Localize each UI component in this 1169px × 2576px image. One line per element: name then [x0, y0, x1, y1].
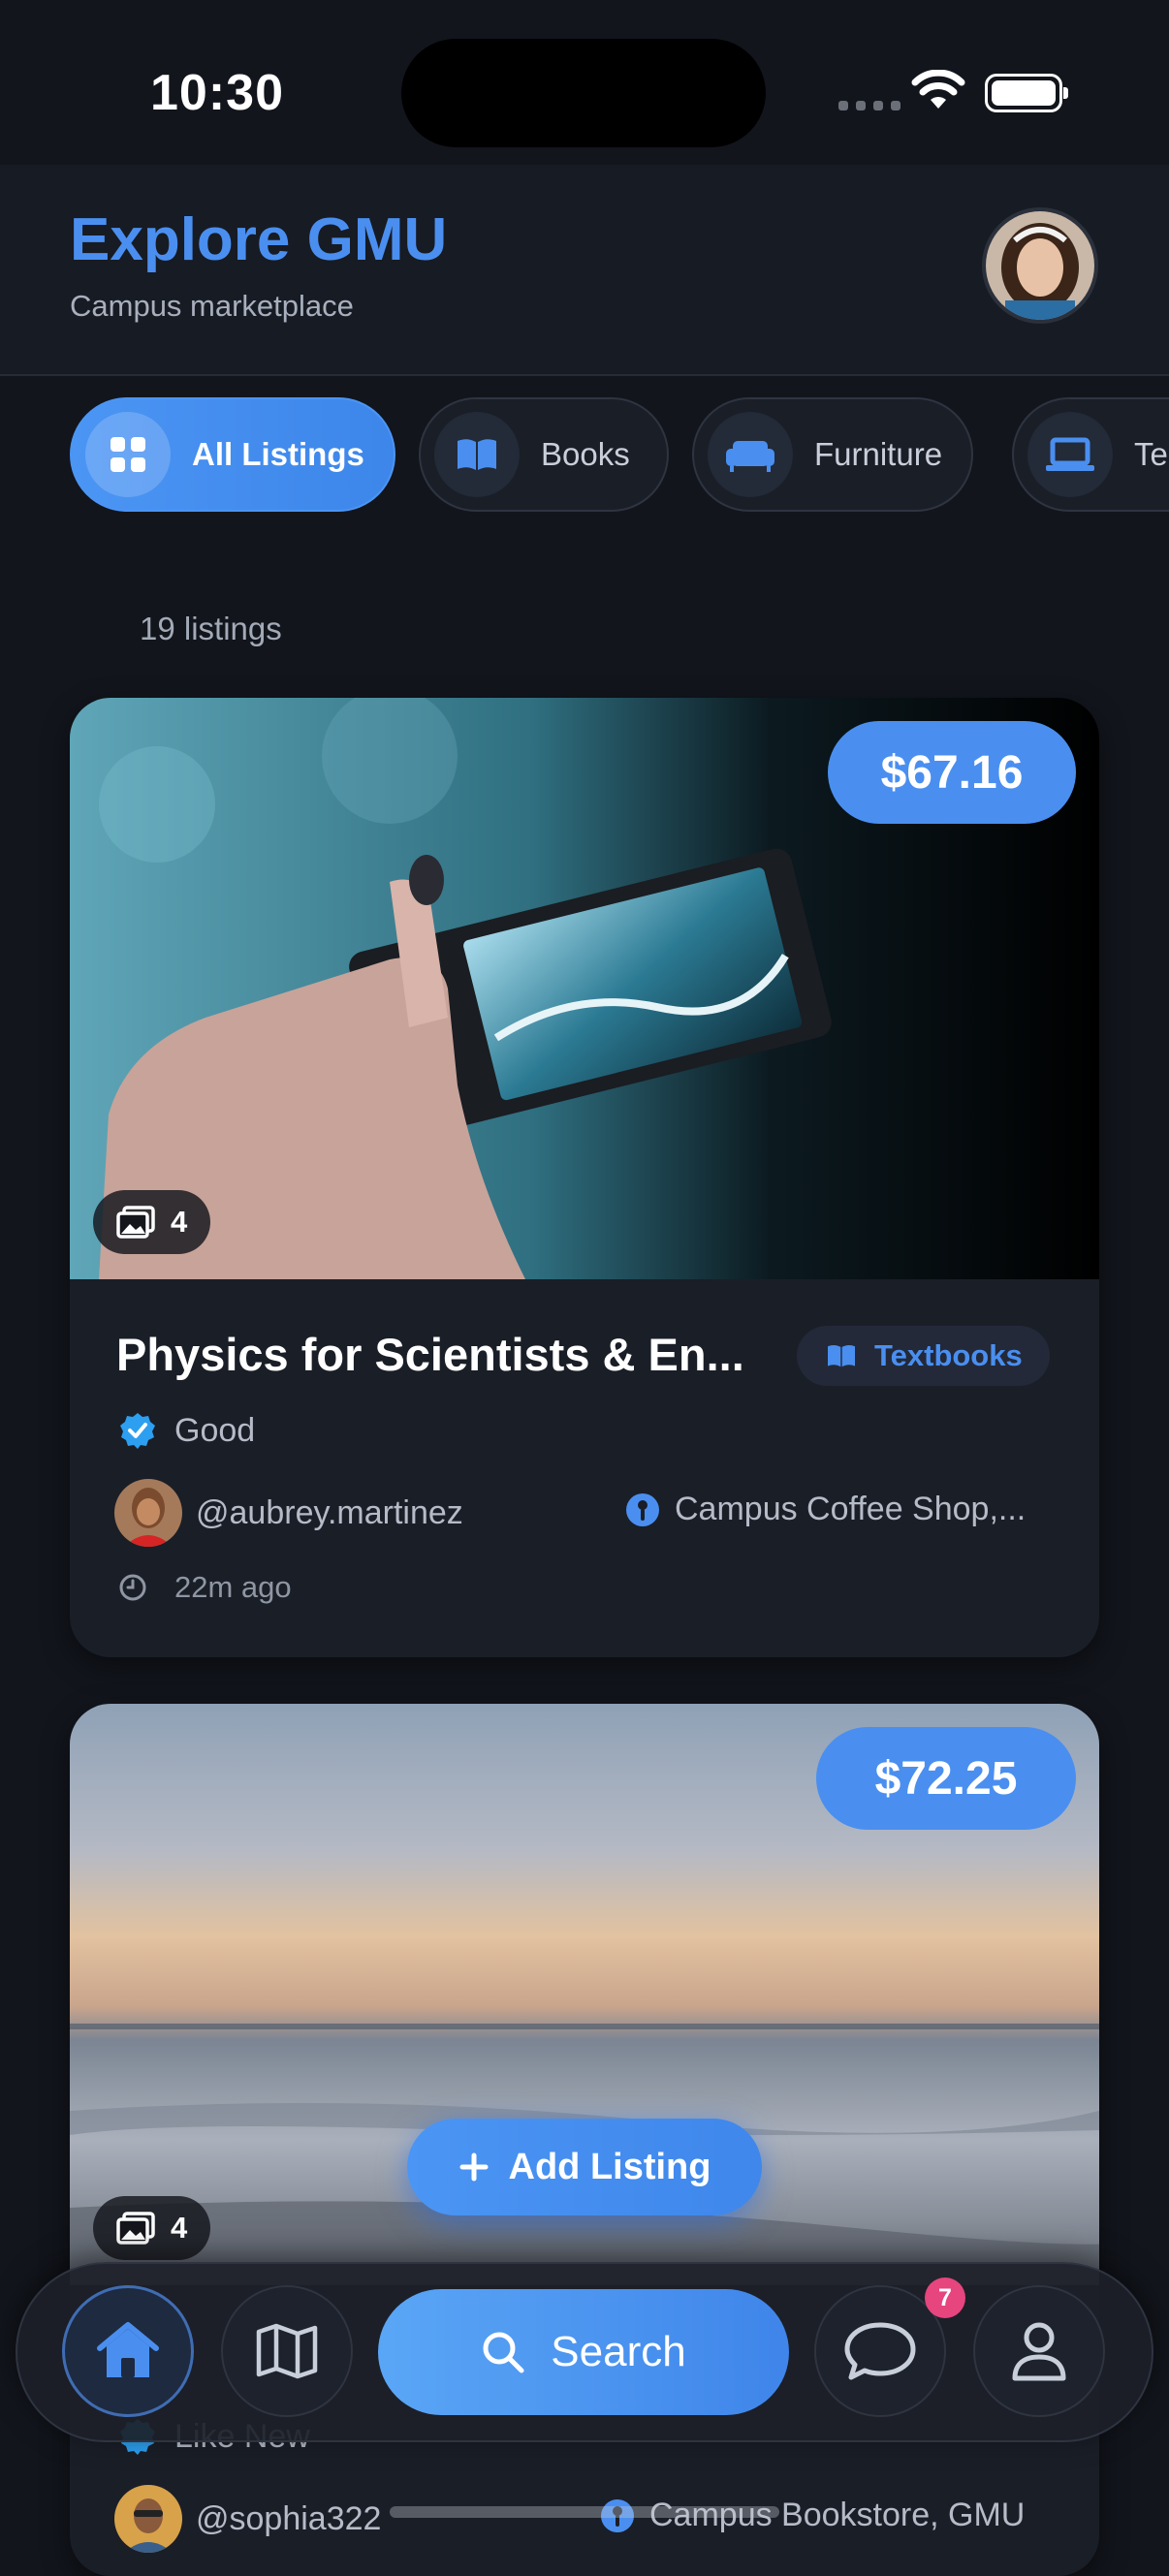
seller[interactable]: @sophia322	[114, 2485, 381, 2553]
search-icon	[483, 2332, 524, 2373]
cellular-signal-icon	[838, 101, 900, 110]
chip-label: Furniture	[814, 436, 943, 472]
chip-label: All Listings	[192, 436, 364, 472]
user-icon	[1012, 2322, 1066, 2381]
seller-avatar	[114, 1479, 182, 1547]
verified-badge-icon	[120, 1413, 155, 1449]
laptop-icon	[1027, 412, 1113, 497]
seller-avatar	[114, 2485, 182, 2553]
listing-card[interactable]: $67.16 4 Physics for Scientists & En... …	[70, 698, 1099, 1657]
photo-count-value: 4	[171, 2211, 188, 2245]
chip-label: Books	[541, 436, 630, 472]
chip-all-listings[interactable]: All Listings	[70, 397, 395, 512]
price-badge: $72.25	[816, 1727, 1076, 1830]
category-tag-label: Textbooks	[874, 1338, 1023, 1372]
images-icon	[116, 2212, 155, 2245]
images-icon	[116, 1206, 155, 1239]
add-listing-label: Add Listing	[508, 2146, 711, 2187]
battery-icon	[985, 74, 1068, 112]
chip-furniture[interactable]: Furniture	[692, 397, 973, 512]
photo-count-value: 4	[171, 1205, 188, 1239]
plus-icon	[459, 2152, 489, 2182]
condition: Good	[118, 1411, 255, 1450]
location: Campus Coffee Shop,...	[624, 1491, 1026, 1528]
grid-icon	[85, 412, 171, 497]
status-time: 10:30	[150, 65, 284, 121]
chip-tech[interactable]: Te	[1012, 397, 1169, 512]
category-tag: Textbooks	[797, 1326, 1050, 1386]
messages-badge: 7	[925, 2278, 965, 2318]
profile-avatar[interactable]	[982, 207, 1098, 324]
photo-count: 4	[93, 2196, 211, 2260]
photo-count: 4	[93, 1190, 211, 1254]
seller[interactable]: @aubrey.martinez	[114, 1479, 463, 1547]
wifi-icon	[911, 70, 965, 109]
nav-profile[interactable]	[973, 2285, 1105, 2417]
chip-label: Te	[1134, 436, 1168, 472]
seller-username: @aubrey.martinez	[196, 1493, 463, 1531]
book-icon	[828, 1344, 855, 1367]
map-icon	[256, 2323, 318, 2379]
price-badge: $67.16	[828, 721, 1076, 824]
home-indicator	[390, 2506, 779, 2518]
location-label: Campus Coffee Shop,...	[675, 1491, 1027, 1527]
nav-home[interactable]	[62, 2285, 194, 2417]
home-icon	[97, 2322, 159, 2377]
seller-username: @sophia322	[196, 2499, 382, 2537]
chip-books[interactable]: Books	[419, 397, 669, 512]
page-title: Explore GMU	[70, 206, 448, 273]
location-pin-icon	[626, 1492, 659, 1526]
posted-time: 22m ago	[118, 1570, 292, 1605]
listing-title: Physics for Scientists & En...	[116, 1329, 744, 1380]
listing-count: 19 listings	[140, 611, 282, 646]
dynamic-island	[401, 39, 766, 147]
nav-map[interactable]	[221, 2285, 353, 2417]
add-listing-button[interactable]: Add Listing	[407, 2119, 762, 2215]
clock-icon	[119, 1574, 146, 1601]
search-button[interactable]: Search	[378, 2289, 789, 2415]
book-icon	[434, 412, 520, 497]
chat-bubble-icon	[844, 2322, 916, 2380]
page-subtitle: Campus marketplace	[70, 289, 354, 323]
search-label: Search	[551, 2328, 686, 2375]
posted-time-label: 22m ago	[174, 1570, 292, 1604]
condition-label: Good	[174, 1411, 256, 1449]
sofa-icon	[708, 412, 793, 497]
